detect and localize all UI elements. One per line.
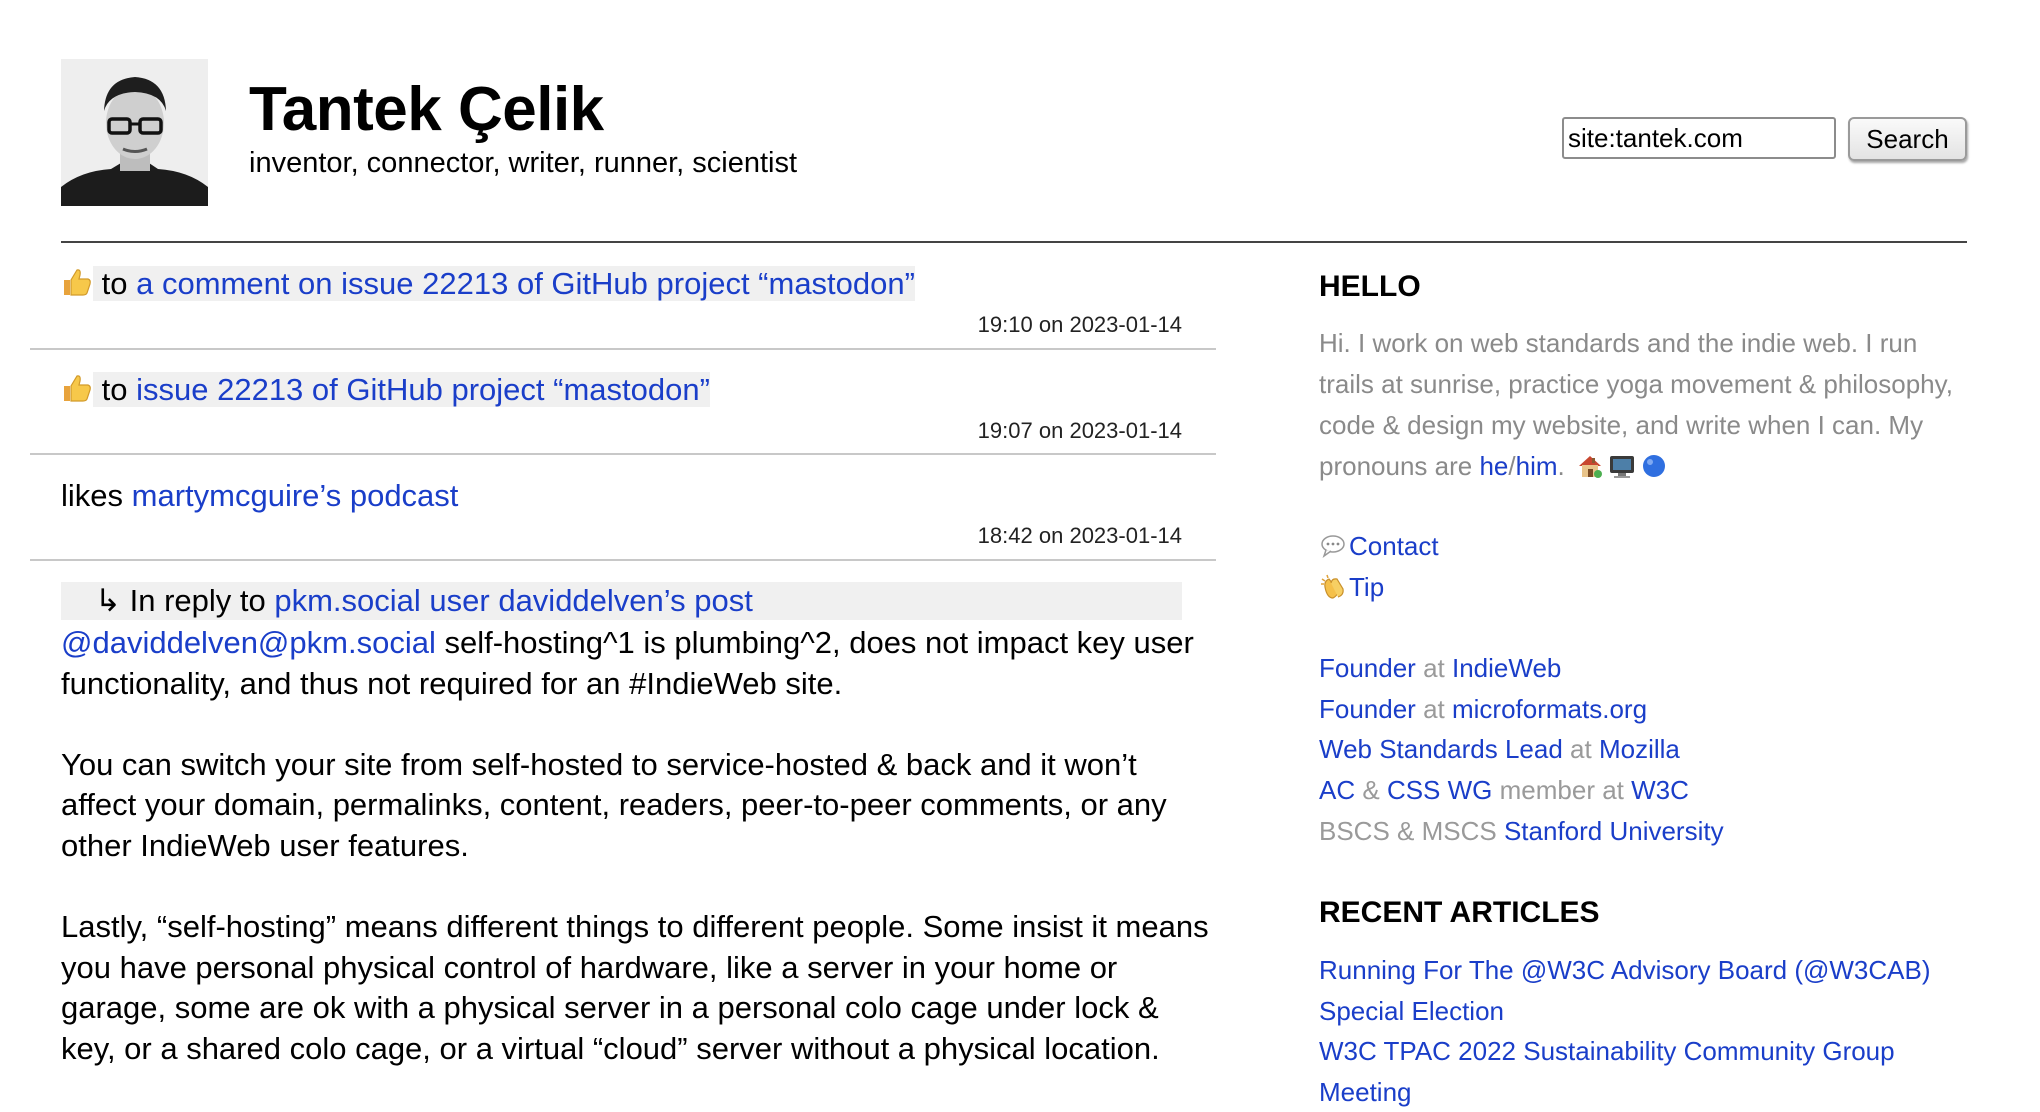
org-link[interactable]: Mozilla [1599,734,1680,764]
stanford-link[interactable]: Stanford University [1504,816,1724,846]
post-body: @daviddelven@pkm.social self-hosting^1 i… [61,623,1211,1110]
entry-prefix: likes [61,478,124,513]
reply-link[interactable]: pkm.social user daviddelven’s post [274,583,752,618]
article-link[interactable]: Running For The @W3C Advisory Board (@W3… [1319,955,1931,1026]
w3c-member-text: member at [1499,775,1624,805]
feed-entry-like: to issue 22213 of GitHub project “mastod… [61,371,710,409]
recent-articles-list: Running For The @W3C Advisory Board (@W3… [1319,950,1979,1112]
css-wg-link[interactable]: CSS WG [1387,775,1492,805]
entry-timestamp[interactable]: 19:07 on 2023-01-14 [840,418,1182,444]
avatar-photo [61,59,208,206]
org-link[interactable]: microformats.org [1452,694,1647,724]
article-item: Running For The @W3C Advisory Board (@W3… [1319,950,1979,1031]
hello-text: Hi. I work on web standards and the indi… [1319,323,1979,487]
feed-entry-like: to a comment on issue 22213 of GitHub pr… [61,265,915,303]
pronoun-period: . [1557,451,1565,481]
role-link[interactable]: Web Standards Lead [1319,734,1563,764]
entry-on: on [1038,523,1064,548]
entry-on: on [1038,418,1064,443]
role-item: Founder at IndieWeb [1319,648,1561,689]
entry-link[interactable]: a comment on issue 22213 of GitHub proje… [136,266,915,301]
entry-link[interactable]: martymcguire’s podcast [132,478,459,513]
role-at: at [1423,653,1445,683]
w3c-amp: & [1362,775,1380,805]
tip-item[interactable]: Tip [1319,567,1384,608]
blue-circle-icon [1640,451,1668,479]
entry-prefix: to [101,372,128,407]
hello-heading: HELLO [1319,270,1421,303]
post-paragraph: Lastly, “self-hosting” means different t… [61,909,1209,1066]
role-at: at [1570,734,1592,764]
clapping-hands-icon [1319,572,1347,600]
entry-highlight: to a comment on issue 22213 of GitHub pr… [93,266,915,301]
reply-arrow-icon: ↳ [95,583,121,618]
speech-bubble-icon [1319,531,1347,559]
role-link[interactable]: Founder [1319,694,1416,724]
house-icon [1576,451,1604,479]
reply-prefix: In reply to [129,583,266,618]
article-link[interactable]: W3C TPAC 2022 Sustainability Community G… [1319,1036,1895,1107]
role-item: Founder at microformats.org [1319,689,1647,730]
entry-divider [30,559,1216,561]
recent-articles-heading: RECENT ARTICLES [1319,896,1600,929]
post-paragraph: You can switch your site from self-hoste… [61,746,1167,863]
entry-timestamp[interactable]: 19:10 on 2023-01-14 [840,312,1182,338]
thumbs-up-icon [61,371,93,409]
feed-entry-like: likes martymcguire’s podcast [61,477,458,515]
site-title[interactable]: Tantek Çelik [249,74,604,146]
tip-link[interactable]: Tip [1349,572,1384,602]
w3c-link[interactable]: W3C [1631,775,1689,805]
reply-context-line: ↳ In reply to pkm.social user daviddelve… [95,582,753,620]
search-input[interactable] [1562,117,1836,159]
thumbs-up-icon [61,265,93,303]
pronoun-he-link[interactable]: he [1479,451,1508,481]
contact-item[interactable]: Contact [1319,526,1439,567]
entry-on: on [1038,312,1064,337]
role-at: at [1423,694,1445,724]
avatar[interactable] [61,59,208,206]
entry-divider [30,453,1216,455]
entry-date: 2023-01-14 [1069,523,1182,548]
search-button[interactable]: Search [1848,117,1967,161]
entry-date: 2023-01-14 [1069,418,1182,443]
w3c-role-item: AC & CSS WG member at W3C [1319,770,1689,811]
entry-timestamp[interactable]: 18:42 on 2023-01-14 [840,523,1182,549]
pronoun-slash: / [1508,451,1516,481]
entry-highlight: to issue 22213 of GitHub project “mastod… [93,372,710,407]
education-item: BSCS & MSCS Stanford University [1319,811,1724,852]
tagline: inventor, connector, writer, runner, sci… [249,147,798,179]
entry-link[interactable]: issue 22213 of GitHub project “mastodon” [136,372,710,407]
entry-divider [30,348,1216,350]
education-text: BSCS & MSCS [1319,816,1497,846]
computer-icon [1608,451,1636,479]
entry-date: 2023-01-14 [1069,312,1182,337]
header-divider [61,241,1967,243]
org-link[interactable]: IndieWeb [1452,653,1561,683]
mention-link[interactable]: @daviddelven@pkm.social [61,625,436,660]
article-item: W3C TPAC 2022 Sustainability Community G… [1319,1031,1979,1112]
entry-time: 19:07 [977,418,1033,443]
post-paragraph: @daviddelven@pkm.social self-hosting^1 i… [61,623,1211,704]
role-link[interactable]: Founder [1319,653,1416,683]
entry-prefix: to [101,266,128,301]
entry-time: 19:10 [977,312,1033,337]
contact-link[interactable]: Contact [1349,531,1439,561]
pronoun-him-link[interactable]: him [1516,451,1558,481]
entry-time: 18:42 [977,523,1033,548]
ac-link[interactable]: AC [1319,775,1355,805]
role-item: Web Standards Lead at Mozilla [1319,729,1680,770]
